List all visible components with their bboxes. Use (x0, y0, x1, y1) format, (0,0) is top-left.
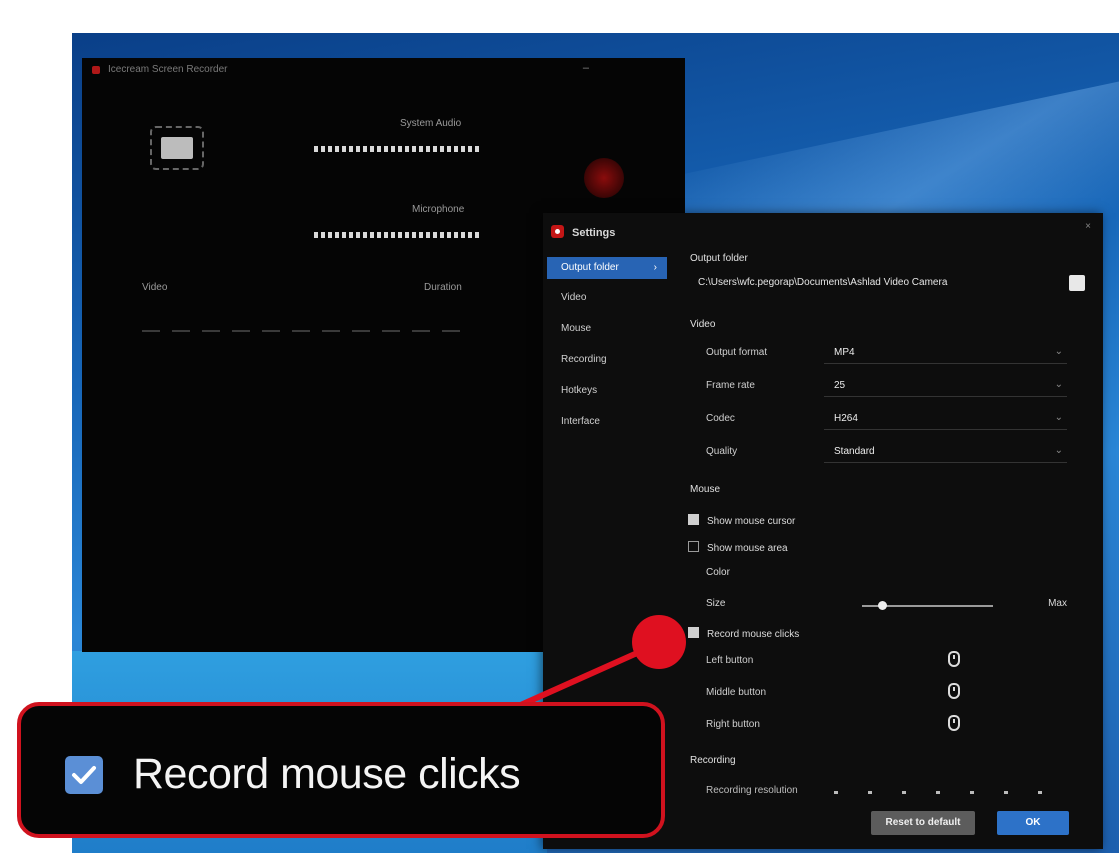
callout-label: Record mouse clicks (133, 750, 521, 798)
callout-dot (632, 615, 686, 669)
record-clicks-callout: Record mouse clicks (17, 702, 665, 838)
checkmark-icon (72, 766, 96, 784)
callout-checkbox (65, 756, 103, 794)
